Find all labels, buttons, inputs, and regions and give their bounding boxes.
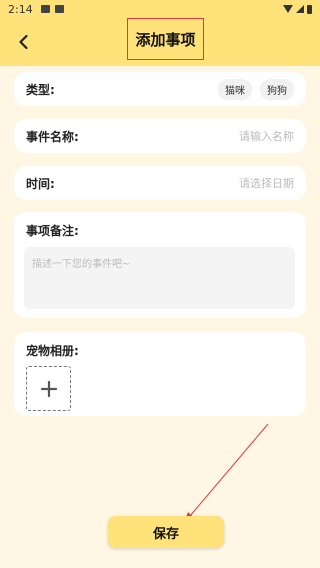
event-name-card[interactable]: 事件名称: 请输入名称 — [14, 119, 306, 153]
image-notification-icon — [40, 5, 50, 13]
page-title-box: 添加事项 — [127, 18, 204, 60]
header: 添加事项 — [0, 18, 320, 66]
status-time: 2:14 — [8, 2, 33, 16]
save-button[interactable]: 保存 — [108, 516, 224, 548]
time-card[interactable]: 时间: 请选择日期 — [14, 166, 306, 200]
event-name-input[interactable]: 请输入名称 — [239, 128, 294, 144]
album-card: 宠物相册: — [14, 332, 306, 416]
chevron-left-icon[interactable] — [14, 32, 34, 52]
wifi-icon — [283, 5, 293, 13]
status-bar: 2:14 — [0, 0, 320, 18]
notes-card: 事项备注: 描述一下您的事件吧~ — [14, 212, 306, 318]
type-label: 类型: — [26, 82, 55, 97]
battery-icon — [307, 4, 312, 14]
time-label: 时间: — [26, 176, 55, 191]
notes-textarea[interactable]: 描述一下您的事件吧~ — [24, 247, 295, 309]
add-photo-button[interactable] — [26, 366, 71, 411]
app-notification-icon — [54, 5, 64, 13]
plus-icon — [40, 380, 57, 397]
type-option-dog[interactable]: 狗狗 — [260, 78, 294, 100]
date-picker-field[interactable]: 请选择日期 — [239, 175, 294, 191]
type-card: 类型: 猫咪 狗狗 — [14, 72, 306, 106]
type-option-cat[interactable]: 猫咪 — [218, 78, 252, 100]
signal-icon — [296, 5, 304, 13]
event-name-label: 事件名称: — [26, 129, 79, 144]
notes-label: 事项备注: — [26, 224, 79, 238]
album-label: 宠物相册: — [26, 344, 79, 358]
page-title: 添加事项 — [135, 30, 196, 49]
